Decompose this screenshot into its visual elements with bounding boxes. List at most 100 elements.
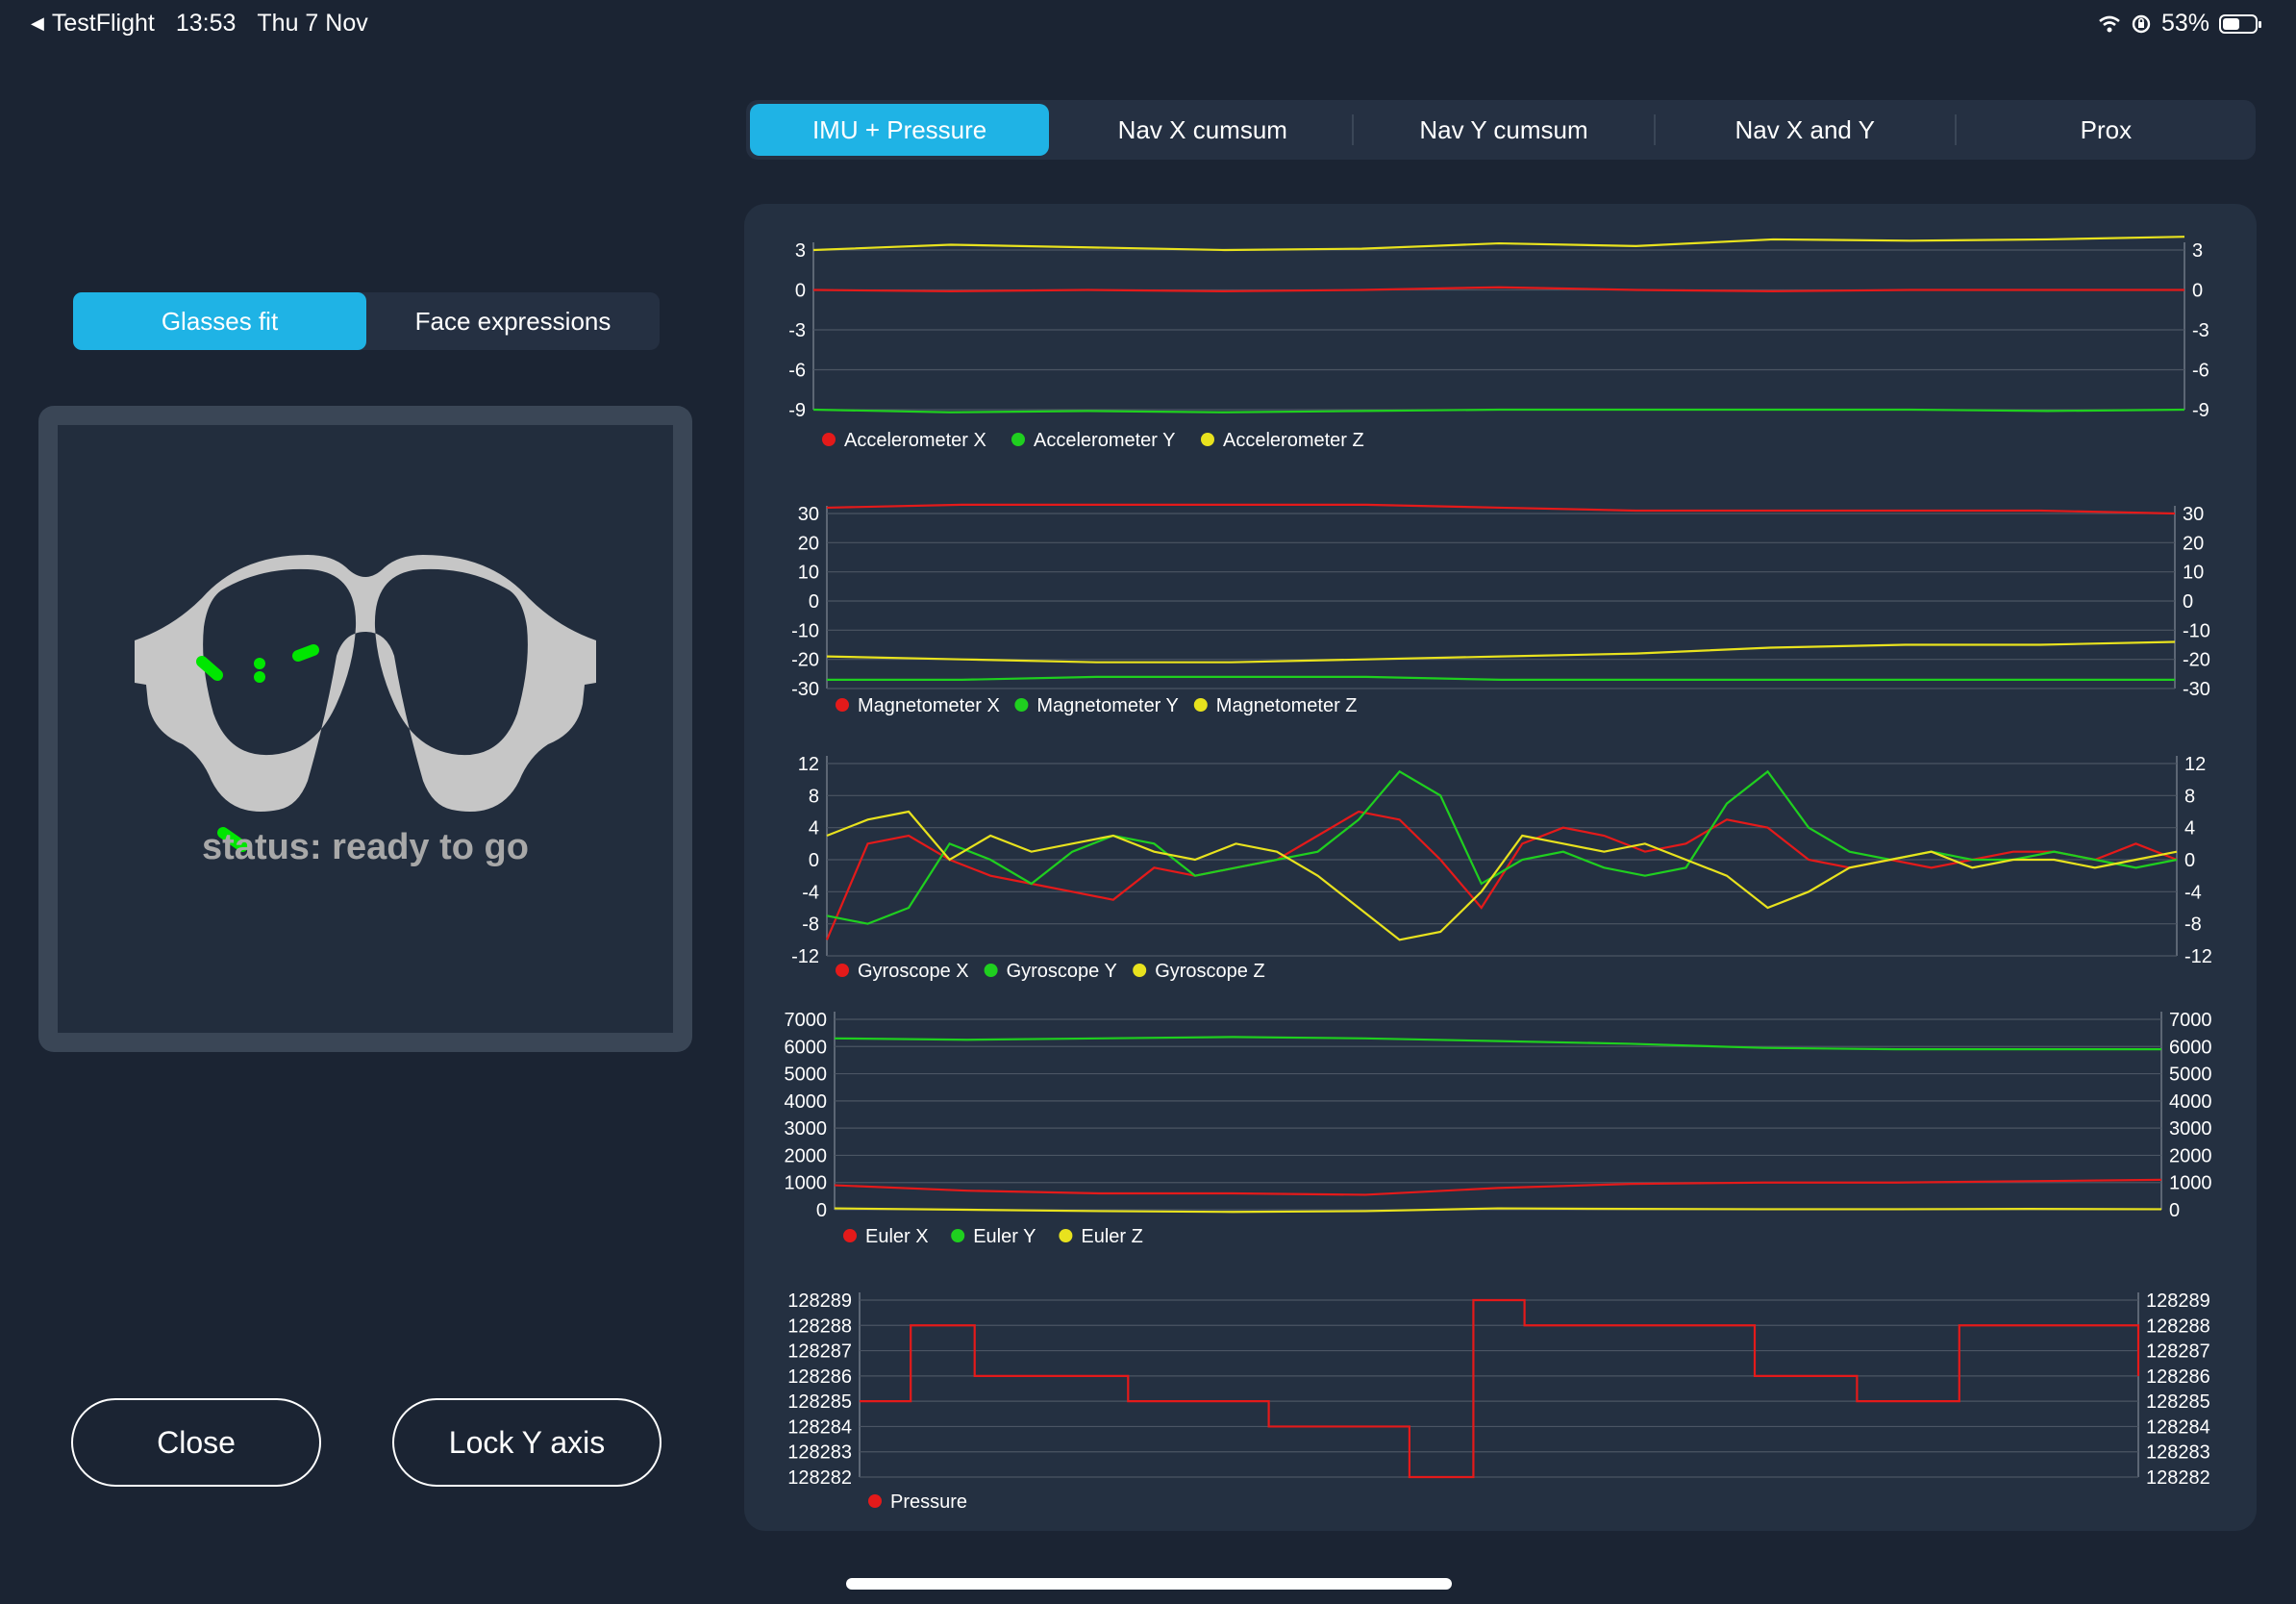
fit-status-text: status: ready to go [202, 827, 529, 867]
y-tick-label: -10 [791, 620, 819, 641]
tab-imu-pressure[interactable]: IMU + Pressure [750, 104, 1050, 156]
y-tick-label: 0 [2192, 281, 2203, 302]
series-line [826, 769, 2178, 925]
legend-label: Gyroscope Y [1007, 961, 1117, 982]
y-tick-label: 5000 [785, 1065, 828, 1086]
y-tick-label: 10 [798, 563, 819, 584]
y-tick-label: 20 [2183, 533, 2204, 554]
sensor-indicator [254, 671, 265, 683]
y-tick-label: -3 [788, 320, 806, 341]
y-tick-label: 0 [2169, 1200, 2180, 1221]
y-tick-label: 12 [798, 754, 819, 775]
legend-label: Accelerometer X [844, 430, 986, 451]
status-time: 13:53 [175, 10, 237, 37]
legend-marker [1011, 433, 1025, 446]
legend-label: Magnetometer Z [1216, 695, 1358, 716]
y-tick-label: 12 [2184, 754, 2206, 775]
y-tick-label: 3 [2192, 240, 2203, 262]
y-tick-label: -10 [2183, 620, 2210, 641]
y-tick-label: -20 [791, 650, 819, 671]
y-tick-label: -3 [2192, 320, 2209, 341]
tab-nav-x-cumsum[interactable]: Nav X cumsum [1053, 100, 1352, 160]
battery-icon [2219, 13, 2261, 34]
legend-label: Magnetometer X [858, 695, 1000, 716]
y-tick-label: 128288 [787, 1316, 852, 1337]
legend-marker [984, 964, 998, 977]
y-tick-label: 128285 [787, 1391, 852, 1413]
battery-fill [2223, 17, 2239, 30]
y-tick-label: 128286 [2146, 1366, 2210, 1388]
series-line [827, 675, 2175, 681]
legend-label: Magnetometer Y [1036, 695, 1179, 716]
glasses-fit-canvas: status: ready to go [58, 425, 673, 1033]
y-tick-label: 128285 [2146, 1391, 2210, 1413]
lock-y-axis-button[interactable]: Lock Y axis [392, 1398, 661, 1487]
charts-canvas[interactable]: 3 30 0-3 -3-6 -6-9 -9Accelerometer X Accelerom… [744, 204, 2257, 1531]
y-tick-label: 128289 [2146, 1291, 2210, 1312]
y-tick-label: 6000 [785, 1037, 828, 1058]
y-tick-label: 8 [809, 786, 819, 807]
y-tick-label: -4 [2184, 882, 2202, 903]
close-button[interactable]: Close [71, 1398, 321, 1487]
home-indicator[interactable] [846, 1578, 1452, 1590]
y-tick-label: 6000 [2169, 1037, 2212, 1058]
y-tick-label: 128282 [787, 1467, 852, 1489]
segment-glasses-fit[interactable]: Glasses fit [73, 292, 366, 350]
glasses-icon [135, 555, 596, 852]
legend-marker [822, 433, 836, 446]
y-tick-label: -30 [791, 679, 819, 700]
y-tick-label: 128288 [2146, 1316, 2210, 1337]
y-tick-label: 0 [2183, 591, 2193, 613]
y-tick-label: 7000 [2169, 1010, 2212, 1031]
tab-prox[interactable]: Prox [1957, 100, 2256, 160]
series-line [812, 286, 2184, 292]
y-tick-label: 10 [2183, 563, 2204, 584]
segment-face-expressions[interactable]: Face expressions [366, 292, 660, 350]
y-tick-label: 3000 [2169, 1118, 2212, 1140]
y-tick-label: 4000 [785, 1091, 828, 1113]
legend-marker [951, 1229, 965, 1242]
y-tick-label: -12 [791, 946, 819, 967]
sensor-indicator [292, 644, 319, 662]
glasses-fit-panel: status: ready to go [38, 406, 692, 1052]
legend-label: Euler Z [1081, 1226, 1142, 1247]
sensor-indicator [254, 658, 265, 669]
legend-label: Gyroscope X [858, 961, 969, 982]
y-tick-label: 128287 [787, 1341, 852, 1363]
legend-marker [836, 964, 849, 977]
y-tick-label: 1000 [2169, 1173, 2212, 1194]
y-tick-label: 20 [798, 533, 819, 554]
legend-marker [1059, 1229, 1073, 1242]
status-bar: ◀ TestFlight 13:53 Thu 7 Nov 53% [0, 0, 2296, 48]
y-tick-label: 0 [809, 591, 819, 613]
series-line [834, 1036, 2161, 1051]
series-line [812, 236, 2185, 252]
y-tick-label: -8 [802, 915, 819, 936]
legend-label: Accelerometer Z [1223, 430, 1364, 451]
y-tick-label: 30 [2183, 504, 2204, 525]
y-tick-label: 2000 [785, 1145, 828, 1166]
tab-nav-x-and-y[interactable]: Nav X and Y [1656, 100, 1955, 160]
y-tick-label: 5000 [2169, 1065, 2212, 1086]
legend-marker [1193, 698, 1208, 712]
status-bar-right: 53% [2098, 10, 2261, 38]
y-tick-label: 128284 [787, 1416, 852, 1438]
y-tick-label: 3000 [785, 1118, 828, 1140]
legend-label: Euler Y [973, 1226, 1036, 1247]
legend-marker [836, 698, 849, 712]
y-tick-label: -9 [2192, 400, 2209, 421]
y-tick-label: 128286 [787, 1366, 852, 1388]
back-arrow-icon[interactable]: ◀ [31, 13, 44, 34]
y-tick-label: 4 [2184, 818, 2195, 840]
y-tick-label: 128283 [787, 1442, 852, 1464]
y-tick-label: -30 [2183, 679, 2210, 700]
chart-panel: 3 3 0 0 -3 -3 -6 -6 -9 -9 Accelerometer X Accelerom… [744, 204, 2257, 1531]
back-app-label[interactable]: TestFlight [52, 10, 155, 38]
legend-marker [1014, 698, 1029, 712]
legend-marker [843, 1229, 857, 1242]
tab-nav-y-cumsum[interactable]: Nav Y cumsum [1354, 100, 1653, 160]
y-tick-label: 4000 [2169, 1091, 2212, 1113]
y-tick-label: 128282 [2146, 1467, 2210, 1489]
legend-label: Accelerometer Y [1034, 430, 1175, 451]
y-tick-label: 4 [809, 818, 819, 840]
